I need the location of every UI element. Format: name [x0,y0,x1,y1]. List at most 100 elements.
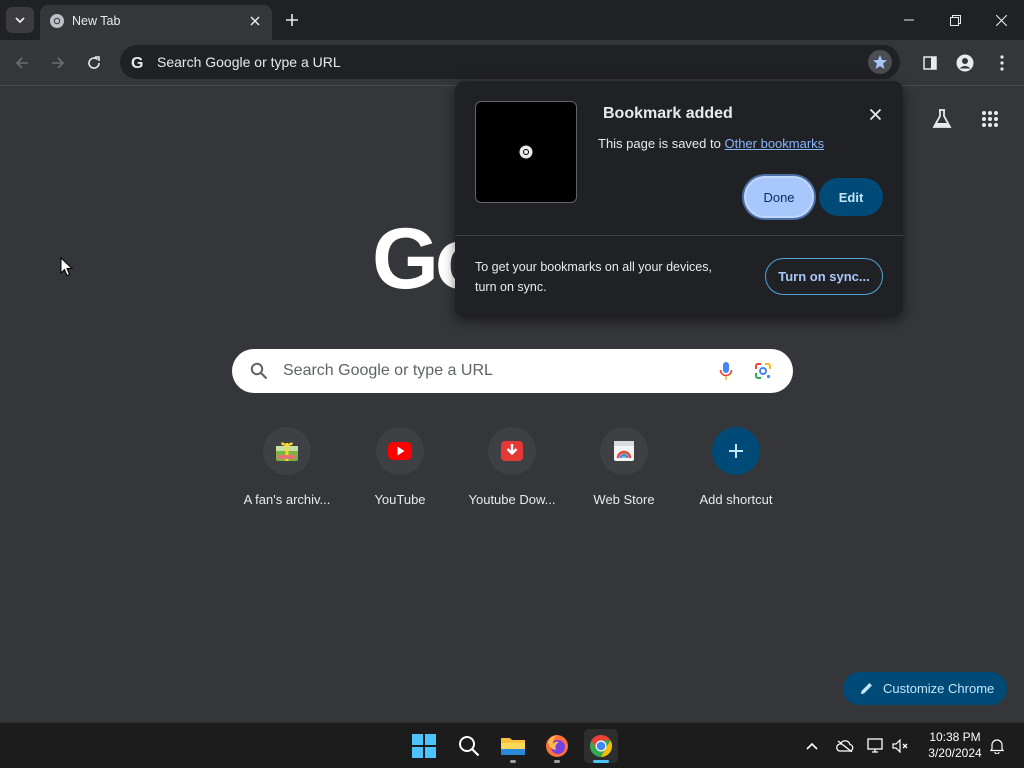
close-icon [995,14,1007,26]
clock-time: 10:38 PM [929,730,981,744]
cloud-offline-icon [836,740,854,752]
shortcut-tile[interactable]: A fan's archiv... [231,425,343,515]
clock[interactable]: 10:38 PM 3/20/2024 [922,729,988,761]
clock-date: 3/20/2024 [928,746,982,760]
tab-new-tab[interactable]: New Tab [40,5,272,40]
shortcut-tile[interactable]: Youtube Dow... [456,425,568,515]
chrome-taskbar-button[interactable] [584,729,618,763]
tray-overflow-button[interactable] [802,736,822,756]
tab-search-button[interactable] [6,7,34,33]
lens-search-button[interactable] [753,361,773,381]
notifications-button[interactable] [987,736,1007,756]
ntp-search-box[interactable]: Search Google or type a URL [232,349,793,393]
shortcut-tile[interactable]: YouTube [344,425,456,515]
volume-button[interactable] [891,736,911,756]
shortcut-icon-wrap [488,427,536,475]
side-panel-icon [923,56,937,70]
archive-gift-icon [276,442,298,461]
file-explorer-icon [501,738,525,755]
flask-icon [932,109,952,128]
minimize-button[interactable] [886,0,932,40]
back-button[interactable] [9,50,35,76]
chevron-down-icon [15,17,25,24]
tab-strip: New Tab [0,0,1024,40]
bookmark-star-button[interactable] [868,50,892,74]
close-window-button[interactable] [978,0,1024,40]
running-indicator [554,760,560,763]
restore-button[interactable] [932,0,978,40]
plus-icon [729,444,743,458]
turn-on-sync-button[interactable]: Turn on sync... [765,258,883,295]
google-apps-button[interactable] [976,105,1004,133]
windows-start-icon [412,734,436,758]
google-lens-icon [755,363,771,379]
chrome-icon [590,735,612,757]
search-icon [459,736,480,757]
forward-button[interactable] [45,50,71,76]
firefox-icon [546,735,568,757]
profile-icon [956,54,974,72]
firefox-button[interactable] [540,729,574,763]
plus-icon [286,14,298,26]
labs-button[interactable] [928,105,956,133]
customize-chrome-label: Customize Chrome [883,681,995,696]
file-explorer-button[interactable] [496,729,530,763]
chrome-icon [50,14,64,28]
done-button[interactable]: Done [744,176,814,218]
divider [455,235,903,236]
microphone-icon [719,362,733,380]
shortcut-label: Add shortcut [699,492,773,507]
svg-text:G: G [131,55,143,70]
speaker-muted-icon [892,739,908,753]
reload-button[interactable] [81,50,107,76]
omnibox[interactable]: G Search Google or type a URL [120,45,900,79]
shortcut-icon-wrap [712,427,760,475]
star-filled-icon [873,55,887,69]
chrome-menu-button[interactable] [991,52,1013,74]
customize-chrome-button[interactable]: Customize Chrome [843,672,1007,705]
saved-message: This page is saved to Other bookmarks [598,136,824,151]
bell-icon [990,739,1004,754]
mouse-cursor-icon [60,257,74,277]
shortcut-label: Youtube Dow... [468,492,556,507]
shortcut-label: YouTube [374,492,426,507]
network-button[interactable] [866,736,886,756]
network-icon [867,738,883,753]
profile-button[interactable] [954,52,976,74]
shortcut-icon-wrap [600,427,648,475]
bookmark-added-dialog: Bookmark added This page is saved to Oth… [455,81,903,317]
taskbar: 10:38 PM 3/20/2024 [0,722,1024,768]
search-placeholder: Search Google or type a URL [283,362,493,379]
voice-search-button[interactable] [716,361,736,381]
chevron-up-icon [806,742,818,750]
pencil-icon [861,683,872,694]
chrome-icon [519,145,533,159]
onedrive-button[interactable] [835,736,855,756]
apps-grid-icon [982,111,998,127]
tab-close-button[interactable] [246,12,264,30]
taskbar-search-button[interactable] [452,729,486,763]
saved-message-prefix: This page is saved to [598,136,725,151]
add-shortcut-tile[interactable]: Add shortcut [680,425,792,515]
new-tab-button[interactable] [281,9,303,31]
other-bookmarks-link[interactable]: Other bookmarks [724,136,824,151]
download-icon [501,441,523,461]
search-icon [249,361,269,381]
toolbar: G Search Google or type a URL [0,40,1024,86]
edit-button[interactable]: Edit [819,178,883,216]
shortcut-label: Web Store [593,492,655,507]
reload-icon [88,56,100,69]
start-button[interactable] [407,729,441,763]
side-panel-button[interactable] [919,52,941,74]
running-indicator [510,760,516,763]
sync-promo-text: To get your bookmarks on all your device… [475,260,712,294]
shortcut-icon-wrap [376,427,424,475]
close-icon [250,16,260,26]
shortcut-icon-wrap [263,427,311,475]
dialog-title: Bookmark added [603,105,733,122]
close-icon [869,108,881,120]
web-store-icon [614,441,634,461]
arrow-right-icon [52,57,65,69]
dialog-close-button[interactable] [864,103,886,125]
shortcut-tile[interactable]: Web Store [568,425,680,515]
